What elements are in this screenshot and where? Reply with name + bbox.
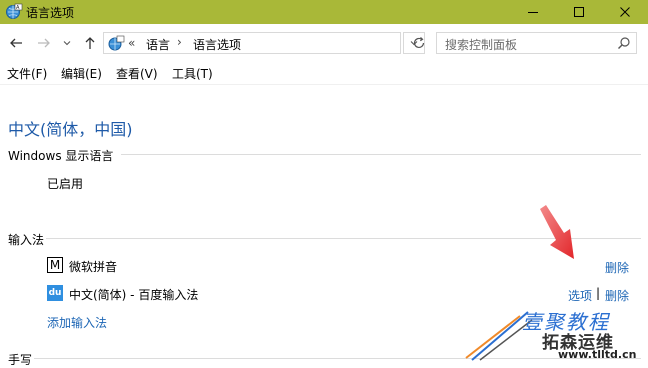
window-title: 语言选项 <box>26 6 75 20</box>
maximize-button[interactable] <box>556 0 602 24</box>
watermark-url: www.tlltd.cn <box>558 348 637 361</box>
display-language-status: 已启用 <box>47 177 84 191</box>
handwriting-heading: 手写 <box>8 353 33 367</box>
close-icon <box>620 7 630 17</box>
breadcrumb-language[interactable]: 语言 <box>146 36 170 53</box>
refresh-icon <box>413 37 425 49</box>
menu-file[interactable]: 文件(F) <box>7 65 47 82</box>
title-bar: A 语言选项 <box>0 0 648 24</box>
menu-bar: 文件(F) 编辑(E) 查看(V) 工具(T) <box>0 62 648 85</box>
breadcrumb-separator[interactable]: › <box>177 35 182 49</box>
language-globe-icon: A <box>6 3 23 19</box>
up-button[interactable] <box>80 33 100 53</box>
input-method-heading: 输入法 <box>8 233 45 247</box>
action-divider: | <box>596 286 601 300</box>
menu-view[interactable]: 查看(V) <box>116 65 158 82</box>
maximize-icon <box>574 7 584 17</box>
svg-text:A: A <box>16 5 20 11</box>
menu-tools[interactable]: 工具(T) <box>172 65 213 82</box>
refresh-button[interactable] <box>408 32 430 54</box>
breadcrumb-language-options[interactable]: 语言选项 <box>193 36 241 53</box>
add-input-method-link[interactable]: 添加输入法 <box>47 314 107 331</box>
input-method-name: 微软拼音 <box>69 260 118 274</box>
annotation-arrow-icon <box>540 205 574 259</box>
menu-edit[interactable]: 编辑(E) <box>61 65 102 82</box>
arrow-right-icon <box>38 38 50 48</box>
arrow-up-icon <box>85 37 95 49</box>
back-button[interactable] <box>6 33 26 53</box>
search-icon[interactable] <box>617 36 631 50</box>
search-box[interactable]: 搜索控制面板 <box>436 32 637 54</box>
baidu-ime-icon: du <box>47 285 63 301</box>
section-divider <box>121 154 641 155</box>
close-button[interactable] <box>602 0 648 24</box>
minimize-icon <box>528 12 538 13</box>
input-method-name: 中文(简体) - 百度输入法 <box>69 288 199 302</box>
breadcrumb-overflow[interactable]: « <box>128 36 135 50</box>
minimize-button[interactable] <box>510 0 556 24</box>
remove-microsoft-pinyin-link[interactable]: 删除 <box>605 259 629 276</box>
arrow-left-icon <box>10 38 22 48</box>
recent-locations-button[interactable] <box>60 33 74 53</box>
search-input[interactable]: 搜索控制面板 <box>445 36 517 53</box>
chevron-down-icon <box>63 41 71 46</box>
address-bar[interactable]: « 语言 › 语言选项 <box>103 32 401 54</box>
microsoft-pinyin-icon-letter: M <box>49 258 61 272</box>
microsoft-pinyin-icon: M <box>47 257 63 273</box>
forward-button[interactable] <box>34 33 54 53</box>
page-title: 中文(简体，中国) <box>8 120 133 139</box>
baidu-ime-icon-text: du <box>48 288 62 298</box>
watermark: 壹聚教程 拓森运维 www.tlltd.cn <box>462 300 642 362</box>
display-language-heading: Windows 显示语言 <box>8 149 114 163</box>
language-globe-icon <box>108 35 125 51</box>
